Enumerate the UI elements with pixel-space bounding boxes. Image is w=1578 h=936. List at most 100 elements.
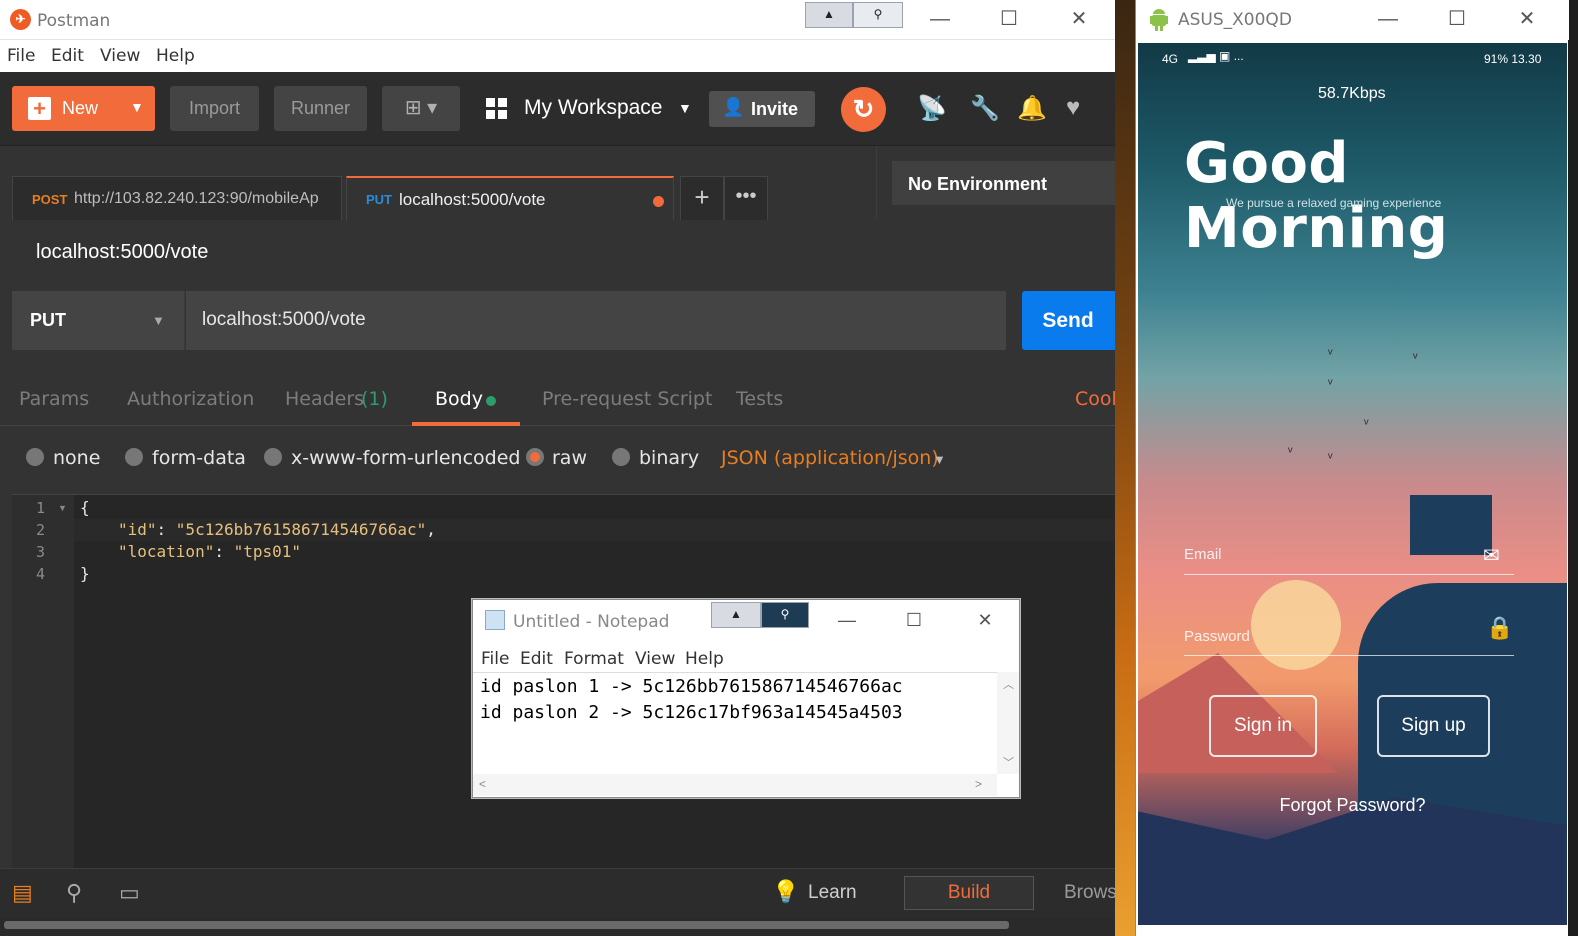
method-select[interactable]: PUT ▼: [12, 291, 185, 350]
minimize-icon[interactable]: —: [1364, 0, 1412, 30]
request-tab-post[interactable]: POST http://103.82.240.123:90/mobileAp: [12, 176, 342, 220]
menu-edit[interactable]: Edit: [51, 46, 84, 66]
maximize-icon[interactable]: ☐: [985, 0, 1033, 30]
screenshot-overlay-up-icon[interactable]: ▲: [805, 2, 853, 28]
wrench-icon[interactable]: 🔧: [970, 94, 1000, 123]
workspace-grid-icon: [486, 98, 508, 123]
password-field[interactable]: Password: [1184, 628, 1250, 645]
code-line: "id": "5c126bb761586714546766ac",: [118, 520, 436, 539]
radio-raw-label: raw: [552, 447, 587, 469]
menu-edit[interactable]: Edit: [520, 649, 553, 669]
new-window-button[interactable]: ⊞ ▾: [382, 86, 460, 131]
import-button[interactable]: Import: [170, 86, 259, 131]
divider: [473, 672, 1019, 673]
scroll-right-icon[interactable]: >: [975, 777, 982, 791]
watchtower-illustration: [1410, 495, 1492, 555]
radio-form-data[interactable]: [125, 448, 143, 466]
radio-raw[interactable]: [526, 448, 544, 466]
add-tab-icon[interactable]: +: [680, 176, 724, 220]
tab-params[interactable]: Params: [19, 388, 89, 410]
tab-tests[interactable]: Tests: [736, 388, 783, 410]
menu-help[interactable]: Help: [685, 649, 724, 669]
android-emulator-window: ASUS_X00QD — ☐ ✕ ᵛ ᵛ ᵛ ᵛ ᵛ ᵛ 4G ▂▃▅ ▣ ..…: [1135, 0, 1569, 936]
invite-button[interactable]: 👤 Invite: [709, 91, 815, 127]
signal-icon: ▂▃▅ ▣ ...: [1188, 49, 1244, 63]
browse-button[interactable]: Brows: [1064, 882, 1115, 904]
workspace-caret-icon[interactable]: ▼: [678, 100, 692, 116]
console-icon[interactable]: ▭: [119, 880, 140, 906]
content-type-select[interactable]: JSON (application/json): [721, 447, 939, 469]
menu-view[interactable]: View: [635, 649, 675, 669]
plus-icon: +: [28, 97, 51, 120]
tab-url-label: localhost:5000/vote: [399, 190, 546, 209]
email-field[interactable]: Email: [1184, 546, 1222, 563]
more-tabs-icon[interactable]: •••: [724, 176, 768, 220]
phone-status-bar: 4G ▂▃▅ ▣ ... 91% 13.30: [1138, 43, 1567, 77]
radio-urlencoded[interactable]: [264, 448, 282, 466]
url-input[interactable]: localhost:5000/vote: [186, 291, 1006, 350]
content-type-caret-icon[interactable]: ▼: [933, 452, 946, 467]
screenshot-overlay-up-icon[interactable]: ▲: [711, 602, 761, 628]
send-button[interactable]: Send: [1022, 291, 1115, 350]
json-comma: ,: [426, 520, 436, 539]
screenshot-overlay-pin-icon[interactable]: ⚲: [853, 2, 903, 28]
json-value: "tps01": [233, 542, 302, 561]
active-tab-underline: [412, 422, 520, 426]
horizontal-scrollbar[interactable]: < >: [473, 774, 997, 796]
scroll-down-icon[interactable]: ﹀: [1003, 754, 1014, 770]
caret-down-icon[interactable]: ▼: [130, 99, 144, 115]
tab-authorization[interactable]: Authorization: [127, 388, 254, 410]
divider: [876, 146, 877, 220]
tab-body[interactable]: Body: [435, 388, 483, 410]
scroll-left-icon[interactable]: <: [479, 777, 486, 791]
workspace-selector[interactable]: My Workspace: [524, 96, 662, 120]
sign-in-button[interactable]: Sign in: [1209, 695, 1317, 757]
close-icon[interactable]: ✕: [962, 600, 1008, 640]
scroll-up-icon[interactable]: ︿: [1003, 676, 1014, 692]
satellite-icon[interactable]: 📡: [917, 94, 947, 123]
menu-file[interactable]: File: [7, 46, 35, 66]
build-button[interactable]: Build: [904, 876, 1034, 910]
tab-headers[interactable]: Headers: [285, 388, 364, 410]
radio-binary[interactable]: [612, 448, 630, 466]
request-tab-put[interactable]: PUT localhost:5000/vote: [346, 176, 674, 220]
radio-none[interactable]: [26, 448, 44, 466]
menu-file[interactable]: File: [481, 649, 509, 669]
runner-button[interactable]: Runner: [274, 86, 367, 131]
lock-icon: 🔒: [1486, 615, 1514, 640]
close-icon[interactable]: ✕: [1503, 0, 1551, 30]
close-icon[interactable]: ✕: [1055, 0, 1103, 30]
screenshot-overlay-pin-icon[interactable]: ⚲: [761, 602, 809, 628]
vertical-scrollbar[interactable]: ︿ ﹀: [997, 672, 1019, 774]
maximize-icon[interactable]: ☐: [1433, 0, 1481, 30]
minimize-icon[interactable]: —: [824, 600, 870, 640]
bird-icon: ᵛ: [1328, 449, 1333, 465]
learn-button[interactable]: Learn: [808, 882, 857, 904]
chevron-down-icon: ▼: [152, 313, 165, 328]
notepad-text-line[interactable]: id paslon 1 -> 5c126bb761586714546766ac: [480, 676, 903, 697]
heart-icon[interactable]: ♥: [1066, 94, 1080, 122]
json-key: "location": [118, 542, 215, 561]
sign-up-button[interactable]: Sign up: [1377, 695, 1490, 757]
menu-help[interactable]: Help: [156, 46, 195, 66]
new-button[interactable]: + New ▼: [12, 86, 155, 131]
menu-format[interactable]: Format: [564, 649, 624, 669]
request-title: localhost:5000/vote: [36, 241, 209, 263]
forgot-password-link[interactable]: Forgot Password?: [1138, 795, 1567, 816]
new-label: New: [62, 98, 99, 118]
sun-illustration: [1251, 580, 1341, 670]
environment-selector[interactable]: No Environment: [892, 161, 1115, 205]
bell-icon[interactable]: 🔔: [1017, 94, 1047, 123]
cookies-link[interactable]: Cook: [1075, 388, 1115, 410]
scrollbar-thumb[interactable]: [4, 921, 1009, 929]
maximize-icon[interactable]: ☐: [891, 600, 937, 640]
notepad-text-line[interactable]: id paslon 2 -> 5c126c17bf963a14545a4503: [480, 702, 903, 723]
menu-view[interactable]: View: [100, 46, 140, 66]
fold-arrow-icon[interactable]: ▼: [58, 503, 67, 513]
sidebar-toggle-icon[interactable]: ▤: [12, 880, 33, 906]
minimize-icon[interactable]: —: [916, 0, 964, 30]
sync-icon[interactable]: ↻: [841, 87, 886, 132]
json-colon: :: [156, 520, 176, 539]
search-icon[interactable]: ⚲: [66, 880, 82, 906]
tab-prerequest-script[interactable]: Pre-request Script: [542, 388, 712, 410]
